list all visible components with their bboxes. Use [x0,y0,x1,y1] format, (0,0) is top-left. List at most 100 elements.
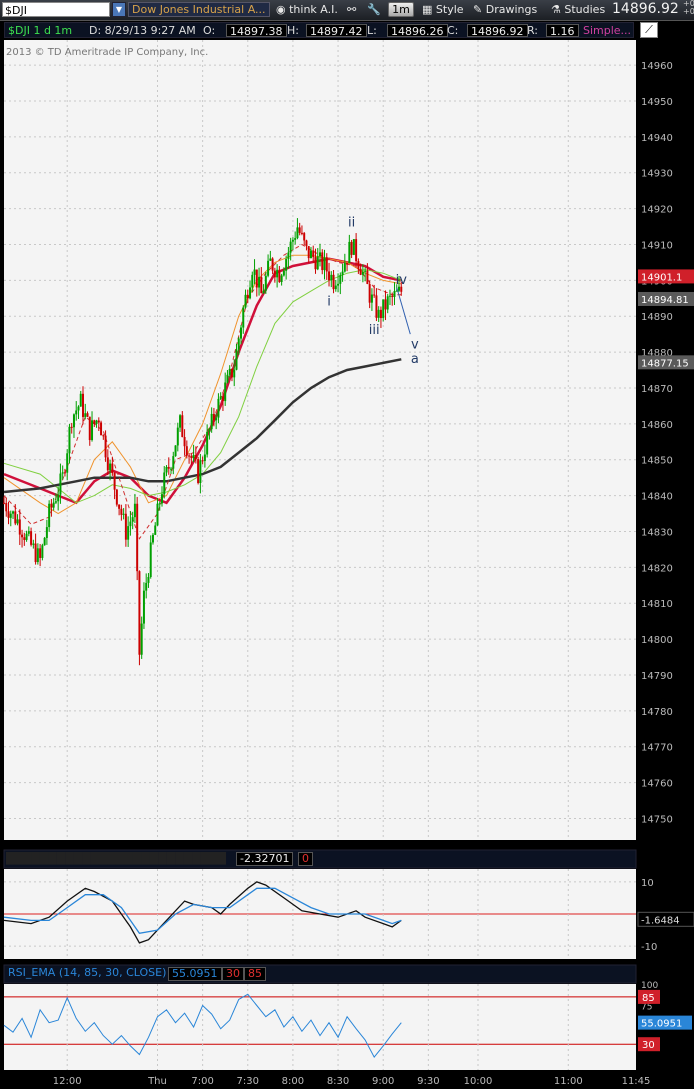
candle-body [303,233,306,241]
candle-body [183,436,186,447]
time-axis: 12:00 Thu 7:00 7:30 8:00 8:30 9:00 9:30 10:00 11:… [53,1076,651,1087]
candle-body [66,453,69,473]
candle-body [230,368,233,378]
candle-body [314,257,317,270]
candle-body [309,250,312,259]
candle-body [253,269,256,275]
candle-body [321,252,324,271]
candle-body [386,296,389,310]
candle-body [291,239,294,242]
candle-body [212,413,215,421]
candle-body [115,489,118,505]
candle-body [289,241,292,253]
candle-body [142,590,145,624]
candle-body [48,503,51,528]
candle-body [174,445,177,457]
candle-body [140,623,143,655]
candle-body [88,416,91,441]
candle-body [156,503,159,526]
candle-body [30,531,33,545]
macd-value: -2.32701 [236,852,294,866]
rsi-axis: 100 7585 30 55.0951 [638,981,692,1052]
price-tag-label: 14901.1 [641,272,682,283]
candle-body [384,299,387,310]
candle-body [370,294,373,303]
candle-body [388,295,391,297]
time-tick-label: 8:00 [282,1076,304,1087]
candle-body [285,258,288,271]
price-tick-label: 14830 [641,527,673,538]
candle-body [84,413,87,417]
candle-body [133,503,136,518]
time-tick-label: Thu [147,1076,167,1087]
rsi-level-low-value: 30 [222,967,244,981]
macd-tick-label: -10 [641,942,657,953]
candle-body [118,504,121,509]
time-tick-label: 9:30 [417,1076,439,1087]
candle-body [377,309,380,318]
price-tick-label: 14820 [641,563,673,574]
candle-body [255,269,258,288]
candle-body [82,393,84,417]
candle-body [167,466,170,469]
price-tick-label: 14750 [641,814,673,825]
candle-body [312,250,315,258]
candle-body [39,548,42,558]
candle-body [5,502,8,512]
candle-body [328,271,331,281]
candle-body [260,276,263,294]
candle-body [240,327,242,339]
candle-body [305,240,308,247]
candle-body [181,415,184,437]
candle-body [264,275,267,291]
candle-body [366,270,369,284]
candle-body [307,246,310,259]
candle-body [86,413,89,417]
candle-body [27,531,30,534]
candle-body [9,513,12,518]
candle-body [21,534,24,538]
candle-body [296,227,299,239]
candle-body [68,426,71,454]
price-tick-label: 14790 [641,671,673,682]
price-tick-label: 14940 [641,133,673,144]
candle-body [352,239,355,255]
candle-body [194,454,197,460]
candle-body [215,417,218,421]
candle-body [379,309,382,319]
macd-current-tag: -1.6484 [641,915,680,926]
candle-body [208,429,211,432]
candle-body [61,472,64,474]
candle-body [124,513,127,540]
candle-body [131,517,134,522]
candle-body [294,238,297,240]
chart-area[interactable]: iiiiiiivva 14750147601477014780147901480… [0,0,694,1089]
candle-body [359,268,362,275]
candle-body [364,270,367,272]
price-tick-label: 14800 [641,635,673,646]
candle-body [147,577,150,583]
candle-body [393,291,396,297]
wave-label: ii [348,216,355,231]
candle-body [14,511,17,524]
candle-body [341,271,344,276]
candle-body [267,260,270,276]
time-tick-label: 9:00 [372,1076,394,1087]
candle-body [276,269,279,278]
candle-body [382,299,385,319]
candle-body [18,519,21,535]
candle-body [151,534,154,543]
time-tick-label: 7:30 [237,1076,259,1087]
rsi-level-tag: 30 [642,1040,655,1051]
time-tick-label: 7:00 [191,1076,213,1087]
candle-body [12,511,15,514]
candle-body [163,472,166,495]
candle-body [373,294,376,296]
price-tick-label: 14770 [641,743,673,754]
candle-body [197,459,200,483]
price-tick-label: 14920 [641,205,673,216]
candle-body [235,349,238,370]
candle-body [339,275,342,284]
candle-body [170,468,173,470]
candle-body [57,494,60,502]
